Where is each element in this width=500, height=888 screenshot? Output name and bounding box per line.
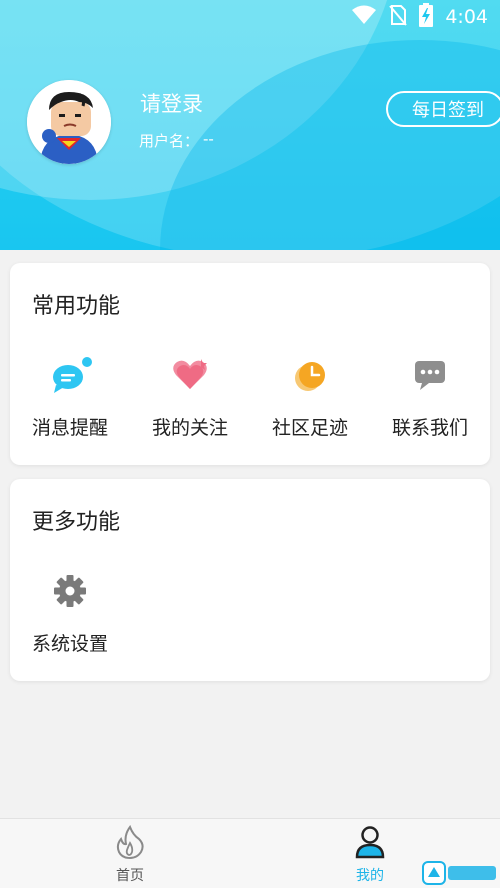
card-title: 常用功能 (32, 294, 121, 319)
func-item-footprints[interactable]: 社区足迹 (250, 355, 370, 440)
flame-icon (90, 824, 170, 860)
status-bar: 4:04 (0, 0, 500, 34)
func-item-contact[interactable]: 联系我们 (370, 355, 490, 440)
func-label: 联系我们 (391, 417, 468, 439)
heart-icon (170, 355, 210, 395)
nav-item-home[interactable]: 首页 (90, 824, 170, 885)
func-label: 社区足迹 (271, 417, 348, 439)
func-item-follows[interactable]: 我的关注 (130, 355, 250, 440)
battery-charging-icon (419, 3, 434, 31)
func-item-messages[interactable]: 消息提醒 (10, 355, 130, 440)
status-time: 4:04 (445, 6, 488, 28)
no-sim-icon (389, 4, 408, 30)
watermark-logo (422, 860, 498, 886)
func-label: 我的关注 (151, 417, 228, 439)
func-label: 系统设置 (31, 633, 108, 655)
wifi-icon (351, 5, 377, 29)
more-functions-card: 更多功能 系统设置 (10, 479, 490, 681)
user-icon (330, 825, 410, 859)
login-prompt[interactable]: 请登录 (140, 88, 203, 118)
nav-item-mine[interactable]: 我的 (330, 825, 410, 885)
clock-icon (290, 355, 330, 395)
username-value: -- (203, 130, 214, 148)
chat-dots-icon (410, 355, 450, 395)
profile-header: 4:04 请登录 用户名： -- 每日签到 (0, 0, 500, 250)
daily-checkin-button[interactable]: 每日签到 (386, 91, 500, 127)
username-row: 用户名： -- (139, 130, 214, 151)
nav-label: 我的 (356, 868, 384, 884)
common-functions-card: 常用功能 消息提醒 我的关注 社区足迹 联系我们 (10, 263, 490, 465)
card-title: 更多功能 (32, 510, 121, 535)
gear-icon (50, 571, 90, 611)
nav-label: 首页 (116, 868, 144, 884)
avatar[interactable] (27, 80, 111, 164)
message-bubble-icon (50, 355, 92, 395)
username-label: 用户名： (139, 132, 200, 150)
func-item-settings[interactable]: 系统设置 (10, 571, 130, 656)
func-label: 消息提醒 (31, 417, 108, 439)
